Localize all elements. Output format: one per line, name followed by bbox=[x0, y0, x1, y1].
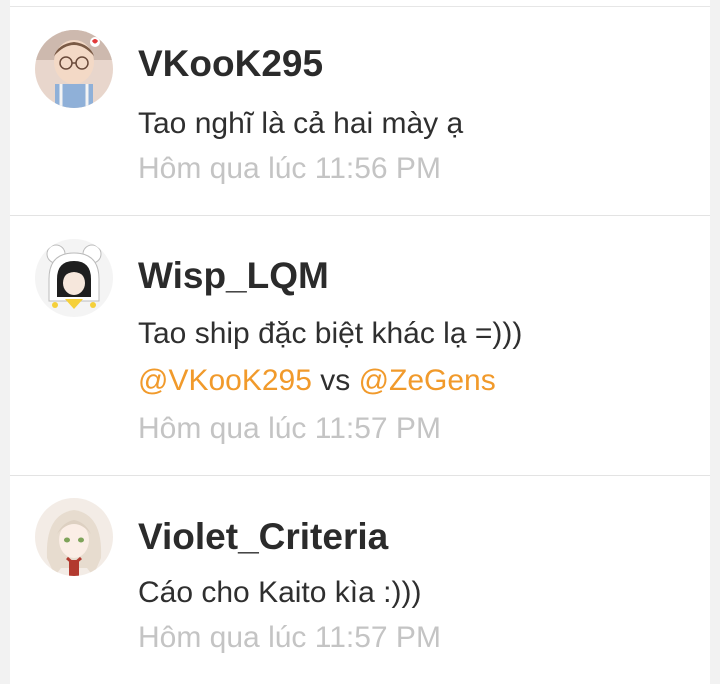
mention-separator: vs bbox=[311, 364, 359, 397]
comment-timestamp: Hôm qua lúc 11:56 PM bbox=[138, 152, 441, 185]
mention-link[interactable]: @ZeGens bbox=[359, 364, 496, 397]
comment-item: VKooK295 Tao nghĩ là cả hai mày ạ Hôm qu… bbox=[10, 0, 710, 216]
anime-girl-avatar-image bbox=[35, 239, 113, 317]
comment-username[interactable]: Violet_Criteria bbox=[138, 516, 388, 558]
mentions-line: @VKooK295 vs @ZeGens bbox=[138, 364, 496, 398]
comment-username[interactable]: VKooK295 bbox=[138, 43, 323, 85]
comment-item: Wisp_LQM Tao ship đặc biệt khác lạ =))) … bbox=[10, 216, 710, 476]
comment-username[interactable]: Wisp_LQM bbox=[138, 255, 329, 297]
comment-list: VKooK295 Tao nghĩ là cả hai mày ạ Hôm qu… bbox=[10, 0, 710, 684]
mention-link[interactable]: @VKooK295 bbox=[138, 364, 312, 397]
comment-text: Cáo cho Kaito kìa :))) bbox=[138, 576, 422, 609]
avatar[interactable] bbox=[35, 239, 113, 317]
comment-text: Tao nghĩ là cả hai mày ạ bbox=[138, 107, 464, 140]
avatar[interactable] bbox=[35, 498, 113, 576]
comment-timestamp: Hôm qua lúc 11:57 PM bbox=[138, 621, 441, 654]
child-avatar-image bbox=[35, 30, 113, 108]
comment-item: Violet_Criteria Cáo cho Kaito kìa :))) H… bbox=[10, 476, 710, 684]
avatar[interactable] bbox=[35, 30, 113, 108]
anime-character-avatar-image bbox=[35, 498, 113, 576]
comment-text: Tao ship đặc biệt khác lạ =))) bbox=[138, 317, 523, 350]
comment-timestamp: Hôm qua lúc 11:57 PM bbox=[138, 412, 441, 445]
